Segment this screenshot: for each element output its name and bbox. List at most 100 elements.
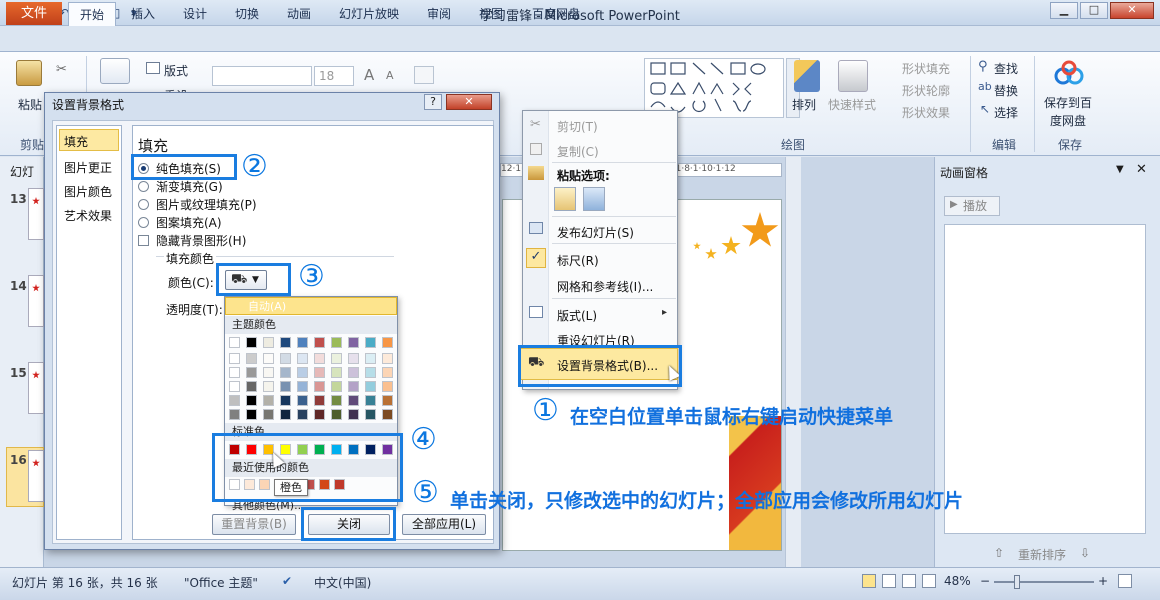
theme-color-shade-swatch[interactable]	[365, 395, 376, 406]
dialog-help-button[interactable]: ?	[424, 94, 442, 110]
maximize-button[interactable]: □	[1080, 2, 1108, 19]
theme-color-swatch[interactable]	[246, 337, 257, 348]
menu-publish-slides[interactable]: 发布幻灯片(S)	[557, 224, 634, 241]
menu-copy[interactable]: 复制(C)	[557, 143, 599, 160]
tab-home[interactable]: 开始	[68, 2, 116, 26]
tab-animations[interactable]: 动画	[278, 2, 320, 26]
slide-thumbnail-14[interactable]	[28, 275, 44, 327]
grow-font-button[interactable]: A	[364, 66, 374, 84]
theme-name[interactable]: "Office 主题"	[184, 574, 258, 591]
theme-color-shade-swatch[interactable]	[229, 395, 240, 406]
slide-thumbnail-13[interactable]	[28, 188, 44, 240]
theme-color-shade-swatch[interactable]	[263, 367, 274, 378]
theme-color-shade-swatch[interactable]	[246, 367, 257, 378]
nav-picture-correction[interactable]: 图片更正	[64, 159, 112, 176]
pane-dropdown-icon[interactable]: ▼	[1116, 164, 1124, 175]
theme-color-shade-swatch[interactable]	[348, 367, 359, 378]
replace-button[interactable]: 替换	[994, 82, 1018, 99]
find-button[interactable]: 查找	[994, 60, 1018, 77]
theme-color-shade-swatch[interactable]	[297, 353, 308, 364]
nav-artistic-effects[interactable]: 艺术效果	[64, 207, 112, 224]
arrange-icon[interactable]	[794, 60, 820, 92]
theme-color-shade-swatch[interactable]	[280, 367, 291, 378]
theme-color-swatch[interactable]	[297, 337, 308, 348]
theme-color-shade-swatch[interactable]	[382, 367, 393, 378]
move-up-icon[interactable]: ⇧	[994, 546, 1004, 560]
layout-icon[interactable]	[146, 62, 160, 74]
gradient-fill-radio[interactable]	[138, 181, 149, 192]
theme-color-shade-swatch[interactable]	[297, 367, 308, 378]
theme-color-shade-swatch[interactable]	[280, 353, 291, 364]
theme-color-shade-swatch[interactable]	[314, 367, 325, 378]
zoom-in-button[interactable]: +	[1098, 574, 1108, 588]
theme-color-shade-swatch[interactable]	[246, 409, 257, 420]
zoom-out-button[interactable]: −	[980, 574, 990, 588]
tab-slideshow[interactable]: 幻灯片放映	[332, 2, 406, 26]
slide-thumbnail-16[interactable]	[28, 450, 44, 502]
theme-color-shade-swatch[interactable]	[331, 381, 342, 392]
theme-color-shade-swatch[interactable]	[280, 381, 291, 392]
new-slide-icon[interactable]	[100, 58, 130, 84]
cut-icon[interactable]: ✂	[56, 62, 67, 77]
paste-label[interactable]: 粘贴	[18, 96, 42, 113]
dialog-close-x[interactable]: ✕	[446, 94, 492, 110]
theme-color-shade-swatch[interactable]	[365, 409, 376, 420]
theme-color-shade-swatch[interactable]	[297, 395, 308, 406]
tab-file[interactable]: 文件	[6, 2, 62, 25]
hide-bg-checkbox[interactable]	[138, 235, 149, 246]
move-down-icon[interactable]: ⇩	[1080, 546, 1090, 560]
theme-color-shade-swatch[interactable]	[263, 395, 274, 406]
theme-color-swatch[interactable]	[348, 337, 359, 348]
tab-transitions[interactable]: 切换	[226, 2, 268, 26]
theme-color-shade-swatch[interactable]	[365, 381, 376, 392]
shape-effect-label[interactable]: 形状效果	[902, 104, 950, 121]
pattern-fill-label[interactable]: 图案填充(A)	[156, 214, 222, 231]
theme-color-shade-swatch[interactable]	[382, 353, 393, 364]
theme-color-shade-swatch[interactable]	[263, 353, 274, 364]
paste-keep-format-icon[interactable]	[554, 187, 576, 211]
tab-design[interactable]: 设计	[174, 2, 216, 26]
tab-insert[interactable]: 插入	[122, 2, 164, 26]
animation-list[interactable]	[944, 224, 1146, 534]
save-baidu-label-1[interactable]: 保存到百	[1044, 94, 1092, 111]
menu-cut[interactable]: 剪切(T)	[557, 118, 598, 135]
picture-fill-radio[interactable]	[138, 199, 149, 210]
shrink-font-button[interactable]: A	[386, 69, 394, 82]
theme-color-shade-swatch[interactable]	[229, 409, 240, 420]
language[interactable]: 中文(中国)	[314, 574, 371, 591]
zoom-slider-thumb[interactable]	[1014, 575, 1020, 589]
menu-ruler[interactable]: 标尺(R)	[557, 252, 599, 269]
zoom-level[interactable]: 48%	[944, 574, 971, 588]
minimize-button[interactable]: ▁	[1050, 2, 1078, 19]
nav-fill[interactable]: 填充	[64, 133, 88, 150]
theme-color-shade-swatch[interactable]	[348, 409, 359, 420]
nav-picture-color[interactable]: 图片颜色	[64, 183, 112, 200]
zoom-slider[interactable]	[994, 581, 1094, 583]
menu-grid-guides[interactable]: 网格和参考线(I)...	[557, 278, 653, 295]
theme-color-swatch[interactable]	[382, 337, 393, 348]
slides-tab[interactable]: 幻灯	[10, 163, 34, 180]
pane-close-icon[interactable]: ✕	[1136, 162, 1147, 177]
theme-color-shade-swatch[interactable]	[246, 381, 257, 392]
theme-color-shade-swatch[interactable]	[382, 381, 393, 392]
theme-color-shade-swatch[interactable]	[348, 353, 359, 364]
pattern-fill-radio[interactable]	[138, 217, 149, 228]
picture-fill-label[interactable]: 图片或纹理填充(P)	[156, 196, 257, 213]
slide-thumbnail-15[interactable]	[28, 362, 44, 414]
tab-baidu[interactable]: 百度网盘	[524, 2, 588, 26]
auto-color-label[interactable]: 自动(A)	[248, 298, 286, 314]
theme-color-shade-swatch[interactable]	[246, 353, 257, 364]
menu-layout[interactable]: 版式(L)	[557, 307, 597, 324]
layout-label[interactable]: 版式	[164, 62, 188, 79]
apply-all-button[interactable]: 全部应用(L)	[402, 514, 486, 535]
theme-color-shade-swatch[interactable]	[348, 381, 359, 392]
theme-color-shade-swatch[interactable]	[280, 409, 291, 420]
reading-view-icon[interactable]	[902, 574, 916, 588]
theme-color-swatch[interactable]	[314, 337, 325, 348]
theme-color-shade-swatch[interactable]	[263, 409, 274, 420]
theme-color-shade-swatch[interactable]	[314, 381, 325, 392]
slideshow-icon[interactable]	[922, 574, 936, 588]
theme-color-shade-swatch[interactable]	[229, 353, 240, 364]
theme-color-shade-swatch[interactable]	[314, 409, 325, 420]
theme-color-shade-swatch[interactable]	[331, 409, 342, 420]
